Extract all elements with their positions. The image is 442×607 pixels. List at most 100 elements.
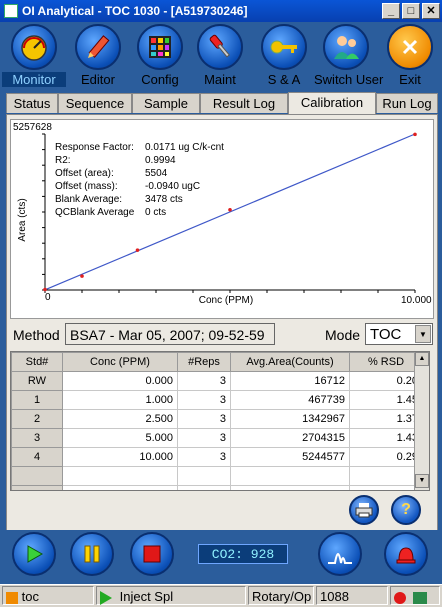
status-user: toc	[2, 586, 94, 605]
table-row[interactable]: 4 10.000 3 5244577 0.29	[11, 447, 423, 467]
monitor-label: Monitor	[2, 72, 66, 87]
tab-run-log[interactable]: Run Log	[376, 93, 438, 113]
start-button[interactable]	[12, 532, 56, 576]
table-cell[interactable]: 1.43	[349, 428, 423, 448]
row-header-cell[interactable]: RW	[11, 371, 63, 391]
col-header-area[interactable]: Avg.Area(Counts)	[230, 352, 350, 372]
table-row[interactable]: RW 0.000 3 16712 0.20	[11, 371, 423, 391]
row-header-cell[interactable]	[11, 466, 63, 486]
stop-button[interactable]	[130, 532, 174, 576]
switch-user-button[interactable]: Switch User	[314, 24, 383, 90]
mode-select[interactable]: TOC ▼	[365, 323, 433, 345]
table-cell[interactable]: 2.500	[62, 409, 178, 429]
key-icon	[261, 24, 307, 70]
config-button[interactable]: Config	[128, 24, 192, 90]
editor-button[interactable]: Editor	[66, 24, 130, 90]
scroll-track[interactable]	[415, 366, 429, 474]
s-and-a-button[interactable]: S & A	[252, 24, 316, 90]
table-cell[interactable]: 1342967	[230, 409, 350, 429]
col-header-reps[interactable]: #Reps	[177, 352, 231, 372]
method-label: Method	[13, 327, 60, 343]
table-cell[interactable]: 1.000	[62, 390, 178, 410]
row-header-cell[interactable]: 2	[11, 409, 63, 429]
table-cell[interactable]: 5244577	[230, 447, 350, 467]
data-point	[80, 274, 84, 278]
close-icon	[387, 24, 433, 70]
calibration-panel: 5257628 Area (cts) 0 10.000 Conc (PPM) R…	[6, 114, 438, 548]
table-row[interactable]: 2 2.500 3 1342967 1.37	[11, 409, 423, 429]
col-header-rsd[interactable]: % RSD	[349, 352, 423, 372]
scroll-down-icon[interactable]: ▼	[415, 474, 429, 488]
stat-value: 5504	[145, 168, 168, 179]
table-cell[interactable]	[230, 485, 350, 490]
table-row[interactable]: 1 1.000 3 467739 1.45	[11, 390, 423, 410]
minimize-button[interactable]: _	[382, 3, 400, 19]
row-header-cell[interactable]	[11, 485, 63, 490]
window-title: OI Analytical - TOC 1030 - [A519730246]	[22, 4, 248, 18]
table-cell[interactable]	[349, 485, 423, 490]
tab-calibration[interactable]: Calibration	[288, 92, 376, 114]
row-header-cell[interactable]: 3	[11, 428, 63, 448]
table-cell[interactable]	[62, 485, 178, 490]
print-button[interactable]	[349, 495, 379, 525]
tab-status[interactable]: Status	[6, 93, 58, 113]
standards-table: Std# Conc (PPM) #Reps Avg.Area(Counts) %…	[11, 352, 423, 490]
table-cell[interactable]: 10.000	[62, 447, 178, 467]
table-row[interactable]	[11, 485, 423, 490]
table-cell[interactable]: 1.45	[349, 390, 423, 410]
table-row[interactable]: 3 5.000 3 2704315 1.43	[11, 428, 423, 448]
user-icon	[6, 591, 18, 604]
y-max-label: 5257628	[13, 122, 52, 133]
table-cell[interactable]	[177, 485, 231, 490]
exit-button[interactable]: Exit	[378, 24, 442, 90]
table-cell[interactable]	[349, 466, 423, 486]
pause-button[interactable]	[70, 532, 114, 576]
scroll-up-icon[interactable]: ▲	[415, 352, 429, 366]
maximize-button[interactable]: □	[402, 3, 420, 19]
table-cell[interactable]: 2704315	[230, 428, 350, 448]
alarm-button[interactable]	[384, 532, 428, 576]
chevron-down-icon[interactable]: ▼	[415, 325, 431, 343]
row-header-cell[interactable]: 4	[11, 447, 63, 467]
help-button[interactable]: ?	[391, 495, 421, 525]
table-cell[interactable]: 5.000	[62, 428, 178, 448]
close-window-button[interactable]: ✕	[422, 3, 440, 19]
printer-icon	[355, 503, 373, 518]
stat-value: 3478 cts	[145, 194, 183, 205]
tab-result-log[interactable]: Result Log	[200, 93, 288, 113]
table-cell[interactable]: 3	[177, 447, 231, 467]
table-cell[interactable]	[230, 466, 350, 486]
status-led-icon	[394, 591, 406, 604]
table-cell[interactable]: 1.37	[349, 409, 423, 429]
co2-readout: CO2: 928	[198, 544, 288, 564]
table-cell[interactable]: 3	[177, 409, 231, 429]
table-cell[interactable]	[177, 466, 231, 486]
table-cell[interactable]: 467739	[230, 390, 350, 410]
maint-label: Maint	[204, 72, 236, 87]
col-header-std[interactable]: Std#	[11, 352, 63, 372]
stat-value: -0.0940 ugC	[145, 181, 200, 192]
tab-sample[interactable]: Sample	[132, 93, 200, 113]
app-icon	[4, 4, 18, 18]
maint-button[interactable]: Maint	[188, 24, 252, 90]
col-header-conc[interactable]: Conc (PPM)	[62, 352, 178, 372]
peak-icon	[328, 553, 352, 564]
table-row[interactable]	[11, 466, 423, 486]
table-cell[interactable]: 3	[177, 428, 231, 448]
monitor-button[interactable]: Monitor	[2, 24, 66, 90]
table-cell[interactable]: 0.20	[349, 371, 423, 391]
table-cell[interactable]: 3	[177, 371, 231, 391]
x-max-label: 10.000	[401, 295, 432, 306]
table-cell[interactable]: 0.29	[349, 447, 423, 467]
table-cell[interactable]: 0.000	[62, 371, 178, 391]
table-cell[interactable]: 16712	[230, 371, 350, 391]
table-scrollbar[interactable]: ▲ ▼	[414, 352, 429, 490]
table-cell[interactable]	[62, 466, 178, 486]
row-header-cell[interactable]: 1	[11, 390, 63, 410]
stat-value: 0.9994	[145, 155, 176, 166]
peak-view-button[interactable]	[318, 532, 362, 576]
table-cell[interactable]: 3	[177, 390, 231, 410]
tab-sequence[interactable]: Sequence	[58, 93, 132, 113]
alarm-bell-icon	[396, 547, 416, 564]
y-axis-label: Area (cts)	[17, 198, 28, 241]
